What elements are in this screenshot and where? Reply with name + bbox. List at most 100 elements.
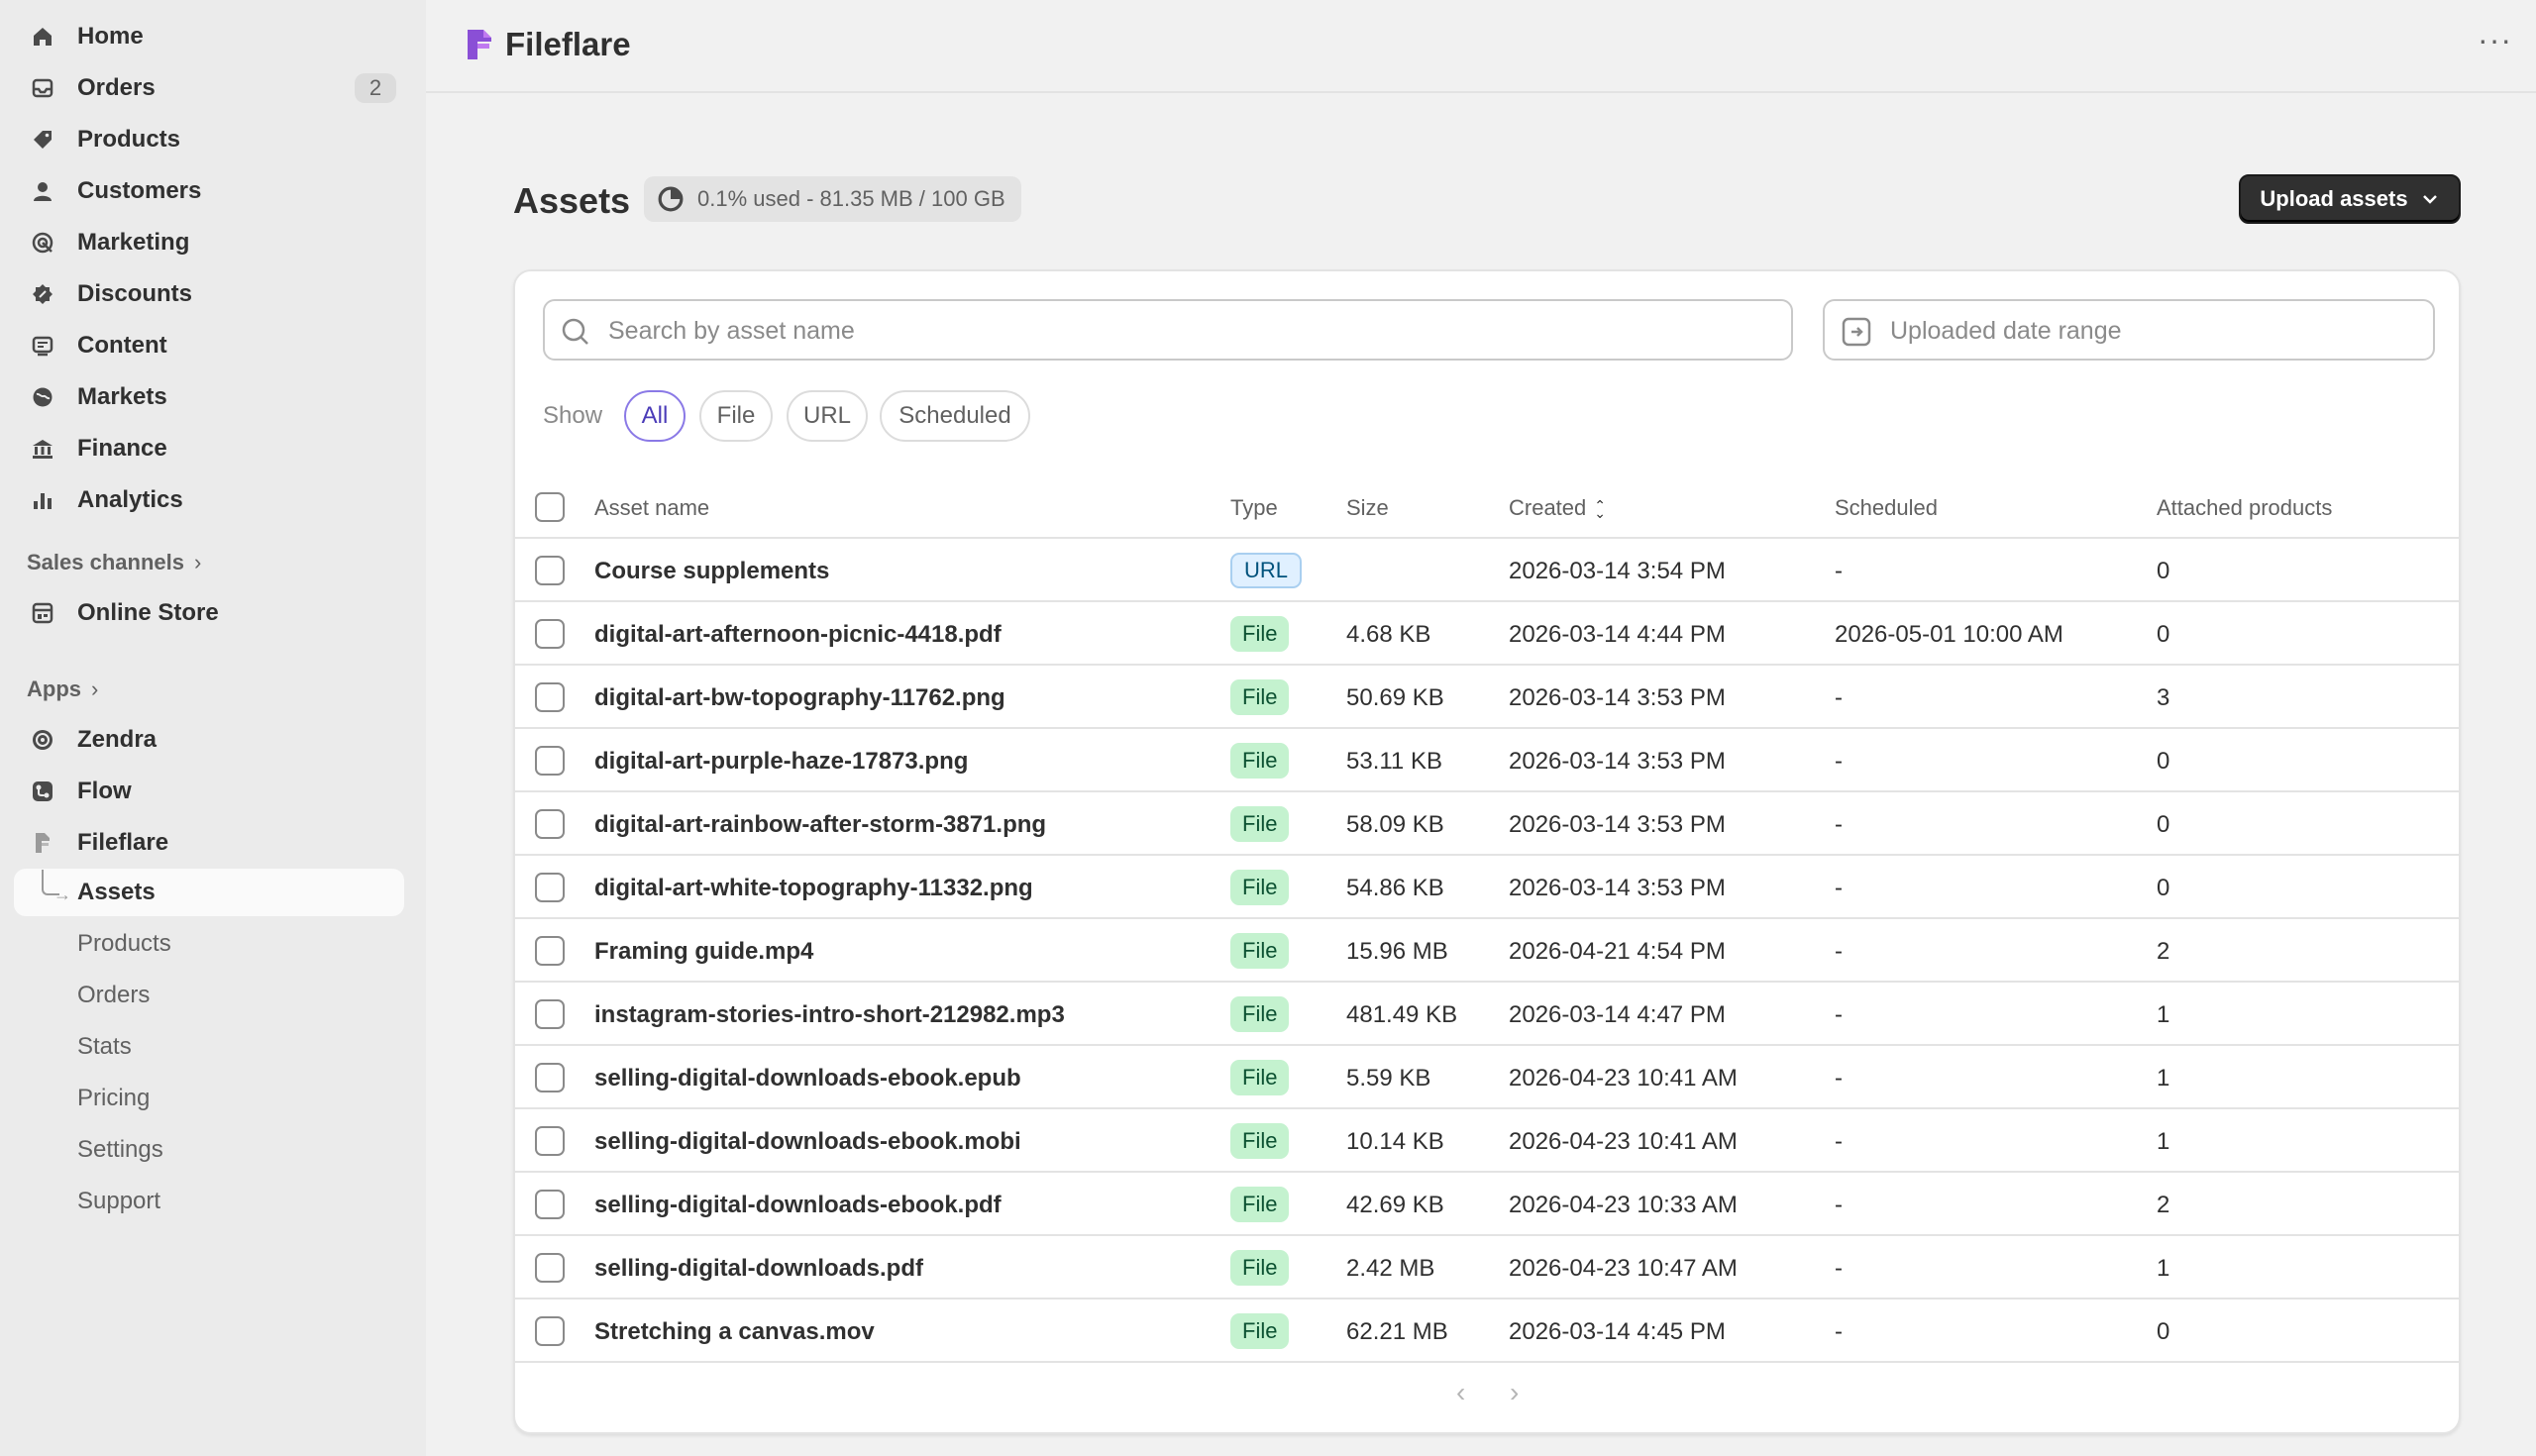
nav-fileflare-settings[interactable]: Settings [14,1126,404,1174]
asset-name[interactable]: selling-digital-downloads.pdf [594,1255,923,1283]
filter-pill-url[interactable]: URL [787,390,868,442]
sort-icon: ⌃ ⌄ [1594,497,1607,522]
type-badge: File [1230,1250,1290,1286]
asset-name[interactable]: digital-art-rainbow-after-storm-3871.png [594,811,1046,839]
row-checkbox[interactable] [535,746,565,776]
filter-pill-all[interactable]: All [624,390,686,442]
table-row[interactable]: digital-art-afternoon-picnic-4418.pdf Fil… [515,602,2459,666]
created-date: 2026-04-21 4:54 PM [1509,938,1726,965]
col-attached-products[interactable]: Attached products [2157,495,2332,521]
created-date: 2026-04-23 10:33 AM [1509,1192,1738,1218]
nav-app-fileflare[interactable]: Fileflare [14,819,404,867]
asset-size: 4.68 KB [1346,621,1431,648]
col-scheduled[interactable]: Scheduled [1835,495,1938,521]
tree-arrow-icon: → [53,884,71,904]
nav-marketing-label: Marketing [77,229,190,256]
nav-fileflare-orders-label: Orders [77,982,151,1008]
pagination-next-icon[interactable]: › [1510,1377,1519,1408]
nav-markets[interactable]: Markets [14,373,404,421]
nav-content[interactable]: Content [14,322,404,369]
fileflare-logo-icon [468,30,491,59]
nav-analytics[interactable]: Analytics [14,476,404,524]
table-row[interactable]: Stretching a canvas.mov File 62.21 MB 2026-… [515,1300,2459,1363]
upload-assets-button[interactable]: Upload assets [2239,174,2461,224]
date-range-input[interactable]: Uploaded date range [1823,299,2435,361]
attached-products-count: 0 [2157,875,2170,901]
upload-assets-label: Upload assets [2260,186,2408,211]
asset-name[interactable]: digital-art-afternoon-picnic-4418.pdf [594,621,1002,649]
filter-pill-scheduled[interactable]: Scheduled [880,390,1030,442]
row-checkbox[interactable] [535,873,565,902]
row-checkbox[interactable] [535,1190,565,1219]
search-input[interactable]: Search by asset name [543,299,1793,361]
type-badge: File [1230,1313,1290,1349]
created-date: 2026-04-23 10:41 AM [1509,1065,1738,1092]
row-checkbox[interactable] [535,1253,565,1283]
col-created[interactable]: Created ⌃ ⌄ [1509,495,1606,521]
col-asset-name[interactable]: Asset name [594,495,709,521]
row-checkbox[interactable] [535,1063,565,1092]
apps-heading[interactable]: Apps › [27,676,98,702]
col-size[interactable]: Size [1346,495,1389,521]
table-row[interactable]: digital-art-purple-haze-17873.png File 53.… [515,729,2459,792]
app-header: Fileflare ··· [426,0,2536,93]
nav-fileflare-support[interactable]: Support [14,1178,404,1225]
table-row[interactable]: Framing guide.mp4 File 15.96 MB 2026-04-21 … [515,919,2459,983]
nav-customers[interactable]: Customers [14,167,404,215]
nav-products[interactable]: Products [14,116,404,163]
nav-fileflare-products[interactable]: Products [14,920,404,968]
nav-fileflare-orders[interactable]: Orders [14,972,404,1019]
table-row[interactable]: selling-digital-downloads-ebook.pdf File 4… [515,1173,2459,1236]
asset-name[interactable]: digital-art-purple-haze-17873.png [594,748,968,776]
asset-name[interactable]: Course supplements [594,558,829,585]
nav-finance[interactable]: Finance [14,425,404,472]
created-date: 2026-03-14 3:53 PM [1509,684,1726,711]
nav-app-flow[interactable]: Flow [14,768,404,815]
nav-orders[interactable]: Orders 2 [14,64,404,112]
nav-fileflare-assets[interactable]: Assets [14,869,404,916]
table-row[interactable]: selling-digital-downloads-ebook.mobi File… [515,1109,2459,1173]
sales-channels-label: Sales channels [27,550,184,574]
nav-app-zendra[interactable]: Zendra [14,716,404,764]
asset-name[interactable]: Framing guide.mp4 [594,938,813,966]
row-checkbox[interactable] [535,936,565,966]
asset-name[interactable]: selling-digital-downloads-ebook.mobi [594,1128,1021,1156]
col-type[interactable]: Type [1230,495,1278,521]
table-row[interactable]: digital-art-white-topography-11332.png Fi… [515,856,2459,919]
table-row[interactable]: digital-art-rainbow-after-storm-3871.png… [515,792,2459,856]
row-checkbox[interactable] [535,556,565,585]
row-checkbox[interactable] [535,999,565,1029]
asset-name[interactable]: digital-art-bw-topography-11762.png [594,684,1005,712]
nav-fileflare-stats[interactable]: Stats [14,1023,404,1071]
nav-discounts[interactable]: Discounts [14,270,404,318]
row-checkbox[interactable] [535,619,565,649]
row-checkbox[interactable] [535,1316,565,1346]
more-actions-icon[interactable]: ··· [2478,22,2512,58]
nav-finance-label: Finance [77,435,167,462]
type-badge: File [1230,1123,1290,1159]
table-row[interactable]: selling-digital-downloads.pdf File 2.42 MB… [515,1236,2459,1300]
flow-app-icon [31,780,54,803]
row-checkbox[interactable] [535,809,565,839]
asset-name[interactable]: selling-digital-downloads-ebook.epub [594,1065,1021,1092]
row-checkbox[interactable] [535,682,565,712]
nav-fileflare-pricing[interactable]: Pricing [14,1075,404,1122]
filter-pill-file[interactable]: File [699,390,773,442]
table-row[interactable]: instagram-stories-intro-short-212982.mp3… [515,983,2459,1046]
nav-online-store[interactable]: Online Store [14,589,404,637]
table-row[interactable]: selling-digital-downloads-ebook.epub File… [515,1046,2459,1109]
zendra-app-icon [31,728,54,752]
asset-name[interactable]: selling-digital-downloads-ebook.pdf [594,1192,1002,1219]
attached-products-count: 3 [2157,684,2170,711]
select-all-checkbox[interactable] [535,492,565,522]
table-row[interactable]: digital-art-bw-topography-11762.png File 5… [515,666,2459,729]
row-checkbox[interactable] [535,1126,565,1156]
nav-home[interactable]: Home [14,13,404,60]
pagination-prev-icon[interactable]: ‹ [1456,1377,1465,1408]
asset-name[interactable]: instagram-stories-intro-short-212982.mp3 [594,1001,1065,1029]
asset-name[interactable]: digital-art-white-topography-11332.png [594,875,1033,902]
asset-name[interactable]: Stretching a canvas.mov [594,1318,875,1346]
nav-marketing[interactable]: Marketing [14,219,404,266]
sales-channels-heading[interactable]: Sales channels › [27,550,201,575]
table-row[interactable]: Course supplements URL 2026-03-14 3:54 PM -… [515,539,2459,602]
